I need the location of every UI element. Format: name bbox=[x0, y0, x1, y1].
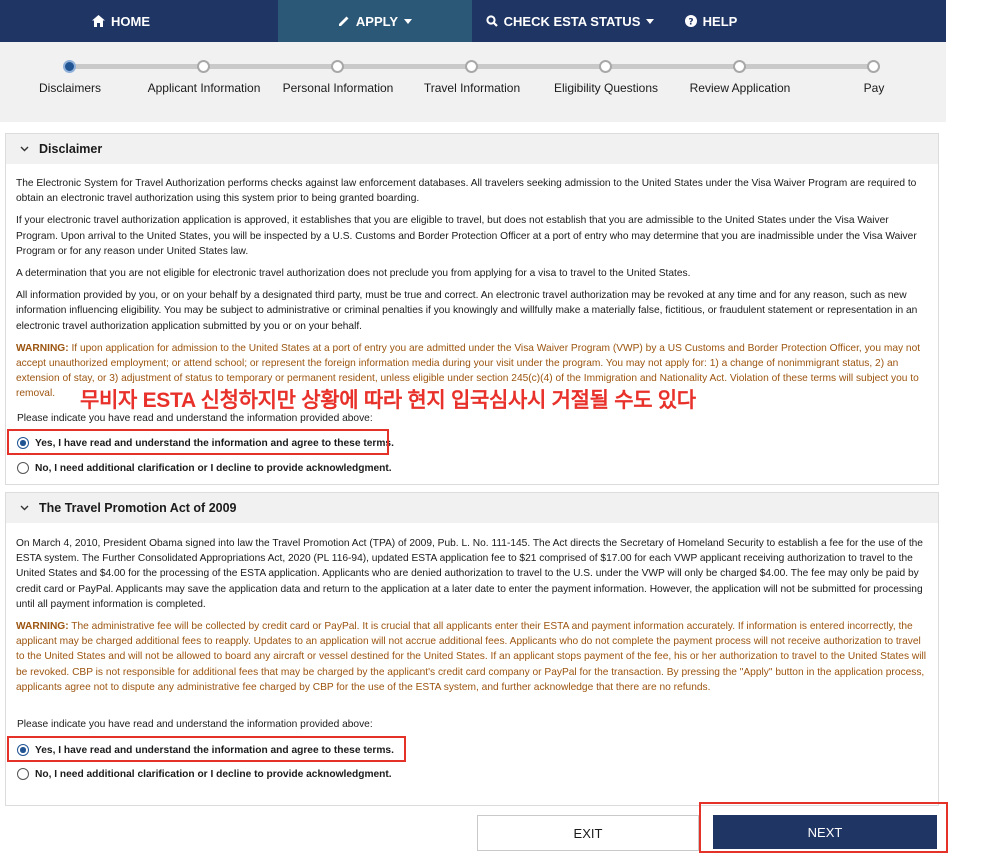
disclaimer-paragraph-3: A determination that you are not eligibl… bbox=[16, 268, 691, 280]
nav-home[interactable]: HOME bbox=[0, 0, 278, 42]
pencil-icon bbox=[338, 16, 349, 26]
disclaimer-option-no[interactable]: No, I need additional clarification or I… bbox=[17, 462, 392, 474]
nav-check-status[interactable]: CHECK ESTA STATUS bbox=[472, 0, 668, 42]
step-label-disclaimers: Disclaimers bbox=[38, 81, 102, 95]
disclaimer-paragraph-1: The Electronic System for Travel Authori… bbox=[16, 178, 917, 205]
nav-home-label: HOME bbox=[111, 13, 150, 29]
step-dot-applicant-information bbox=[197, 60, 210, 73]
disclaimer-paragraph-4: All information provided by you, or on y… bbox=[16, 290, 918, 332]
warning-text: The administrative fee will be collected… bbox=[16, 621, 927, 693]
step-dot-travel-information bbox=[465, 60, 478, 73]
svg-text:?: ? bbox=[688, 18, 693, 28]
step-dot-pay bbox=[867, 60, 880, 73]
disclaimer-prompt: Please indicate you have read and unders… bbox=[17, 413, 373, 424]
step-label-review-application: Review Application bbox=[689, 81, 791, 95]
disclaimer-option-no-label: No, I need additional clarification or I… bbox=[35, 462, 392, 474]
caret-down-icon bbox=[404, 18, 413, 24]
step-label-eligibility-questions: Eligibility Questions bbox=[553, 81, 659, 95]
exit-button[interactable]: EXIT bbox=[477, 815, 699, 851]
step-dot-review-application bbox=[733, 60, 746, 73]
tpa-title: The Travel Promotion Act of 2009 bbox=[39, 501, 237, 515]
disclaimer-title: Disclaimer bbox=[39, 142, 103, 156]
chevron-down-icon bbox=[20, 505, 29, 511]
highlight-box-tpa-yes bbox=[7, 736, 406, 762]
highlight-box-next bbox=[699, 802, 948, 853]
tpa-body: On March 4, 2010, President Obama signed… bbox=[6, 536, 938, 695]
progress-stepper: Disclaimers Applicant Information Person… bbox=[0, 42, 946, 122]
radio-unchecked-icon[interactable] bbox=[17, 462, 29, 474]
tpa-option-no-label: No, I need additional clarification or I… bbox=[35, 768, 392, 780]
radio-unchecked-icon[interactable] bbox=[17, 768, 29, 780]
tpa-panel-header[interactable]: The Travel Promotion Act of 2009 bbox=[6, 493, 938, 523]
search-icon bbox=[486, 15, 498, 27]
warning-label: WARNING: bbox=[16, 621, 69, 633]
step-label-pay: Pay bbox=[863, 81, 885, 95]
nav-apply-label: APPLY bbox=[355, 13, 399, 29]
nav-apply[interactable]: APPLY bbox=[278, 0, 472, 42]
step-label-personal-information: Personal Information bbox=[282, 81, 394, 95]
disclaimer-panel-header[interactable]: Disclaimer bbox=[6, 134, 938, 164]
highlight-box-disclaimer-yes bbox=[7, 429, 389, 455]
nav-help[interactable]: ? HELP bbox=[668, 0, 754, 42]
step-dot-disclaimers bbox=[63, 60, 76, 73]
question-circle-icon: ? bbox=[684, 15, 697, 28]
tpa-warning: WARNING: The administrative fee will be … bbox=[16, 619, 928, 695]
step-dot-personal-information bbox=[331, 60, 344, 73]
step-dot-eligibility-questions bbox=[599, 60, 612, 73]
annotation-overlay-text: 무비자 ESTA 신청하지만 상황에 따라 현지 입국심사시 거절될 수도 있다 bbox=[80, 389, 696, 412]
caret-down-icon bbox=[646, 18, 655, 24]
tpa-paragraph-1: On March 4, 2010, President Obama signed… bbox=[16, 538, 923, 610]
nav-help-label: HELP bbox=[702, 13, 738, 29]
top-navigation: HOME APPLY CHECK ESTA STATUS ? HELP bbox=[0, 0, 946, 42]
disclaimer-body: The Electronic System for Travel Authori… bbox=[6, 176, 938, 402]
step-label-applicant-information: Applicant Information bbox=[147, 81, 261, 95]
tpa-prompt: Please indicate you have read and unders… bbox=[17, 719, 373, 730]
step-label-travel-information: Travel Information bbox=[423, 81, 521, 95]
warning-label: WARNING: bbox=[16, 342, 69, 354]
disclaimer-paragraph-2: If your electronic travel authorization … bbox=[16, 215, 917, 257]
home-icon bbox=[92, 15, 105, 27]
chevron-down-icon bbox=[20, 146, 29, 152]
nav-check-status-label: CHECK ESTA STATUS bbox=[503, 13, 641, 29]
tpa-option-no[interactable]: No, I need additional clarification or I… bbox=[17, 768, 392, 780]
